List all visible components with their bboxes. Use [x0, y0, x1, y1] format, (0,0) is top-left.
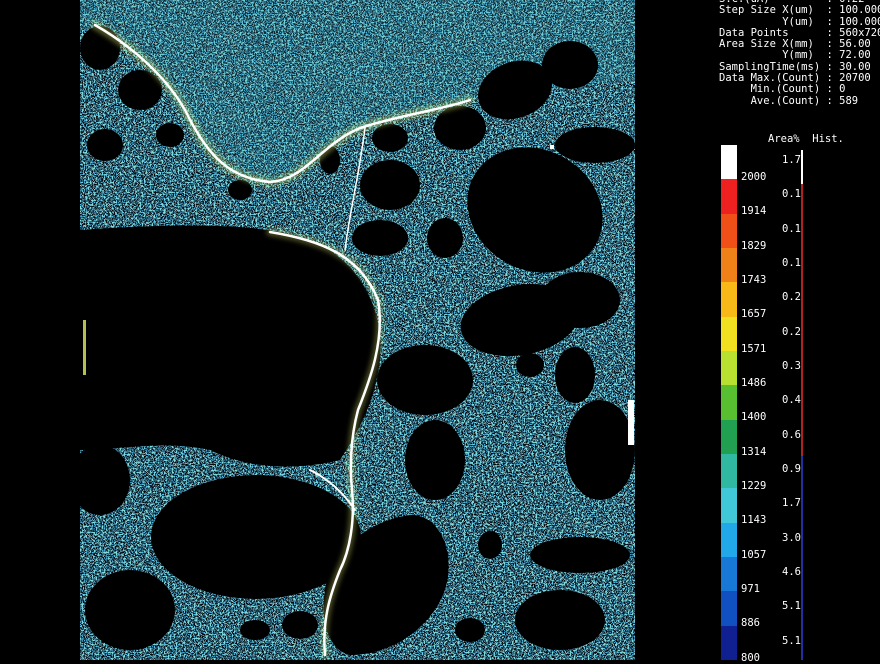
- info-value: 72.00: [839, 49, 871, 62]
- info-value: 100.000: [839, 15, 880, 28]
- histogram-segment: [801, 456, 803, 490]
- info-separator: :: [820, 26, 840, 39]
- color-scale-segment: [721, 282, 737, 318]
- info-separator: :: [820, 15, 840, 28]
- histogram-segment: [801, 354, 803, 388]
- info-value: 560x720: [839, 26, 880, 39]
- color-scale-segment: [721, 213, 737, 249]
- histogram-segment: [801, 252, 803, 286]
- color-scale-bar: [721, 145, 737, 661]
- hist-header: Hist.: [812, 133, 844, 145]
- scale-area-percent: 0.4: [782, 394, 801, 407]
- info-label: Y(mm): [719, 49, 821, 62]
- info-separator: :: [820, 4, 840, 17]
- info-separator: :: [820, 49, 840, 62]
- info-value: 20700: [839, 72, 871, 85]
- histogram-segment: [801, 218, 803, 252]
- histogram-segment: [801, 490, 803, 524]
- scale-level-label: 971: [741, 583, 760, 595]
- info-label: Data Points: [719, 26, 821, 39]
- scale-area-percent: 1.7: [782, 154, 801, 166]
- scale-header: Area% Hist.: [768, 133, 844, 145]
- color-scale-segment: [721, 557, 737, 592]
- scale-level-label: 1914: [741, 205, 767, 218]
- info-value: 0: [839, 83, 846, 96]
- histogram-segment: [801, 626, 803, 660]
- color-scale-segment: [721, 419, 737, 455]
- scale-level-label: 1143: [741, 514, 767, 527]
- scale-level-label: 1400: [741, 411, 767, 424]
- scale-area-percent: 0.1: [782, 188, 801, 201]
- scale-level-label: 1829: [741, 239, 767, 252]
- scale-level-label: 1314: [741, 445, 767, 458]
- color-scale-segment: [721, 179, 737, 215]
- scale-level-label: 1571: [741, 342, 767, 355]
- info-label: Area Size X(mm): [719, 38, 821, 51]
- histogram-segment: [801, 286, 803, 320]
- info-label: Y(um): [719, 15, 821, 28]
- scale-area-percent: 3.0: [782, 531, 801, 544]
- color-scale-segment: [721, 316, 737, 352]
- scale-level-label: 1657: [741, 308, 767, 321]
- scale-area-percent: 5.1: [782, 634, 801, 647]
- histogram-segment: [801, 524, 803, 558]
- scale-area-percent: 0.2: [782, 325, 801, 338]
- histogram-segment: [801, 388, 803, 422]
- scale-area-percent: 0.1: [782, 222, 801, 235]
- info-separator: :: [820, 83, 840, 96]
- histogram-segment: [801, 150, 803, 184]
- scale-area-percent: 4.6: [782, 566, 801, 578]
- info-value: 30.00: [839, 60, 871, 73]
- scale-area-percent: 0.6: [782, 428, 801, 441]
- histogram-strip: [801, 150, 803, 660]
- info-label: Min.(Count): [719, 83, 821, 96]
- info-label: Step Size X(um): [719, 4, 821, 17]
- color-scale-segment: [721, 625, 737, 661]
- color-scale-segment: [721, 522, 737, 558]
- color-scale-segment: [721, 145, 737, 180]
- info-separator: :: [820, 72, 840, 85]
- histogram-segment: [801, 558, 803, 592]
- info-label: SamplingTime(ms): [719, 60, 821, 73]
- histogram-segment: [801, 422, 803, 456]
- scale-area-percent: 0.9: [782, 463, 801, 475]
- scale-level-label: 1229: [741, 480, 767, 492]
- scale-area-percent: 0.2: [782, 291, 801, 304]
- scale-area-percent: 5.1: [782, 600, 801, 613]
- scale-area-percent: 1.7: [782, 497, 801, 510]
- info-separator: :: [820, 38, 840, 51]
- scale-level-label: 886: [741, 617, 760, 630]
- color-scale-segment: [721, 385, 737, 421]
- info-value: 56.00: [839, 38, 871, 51]
- acquisition-info-panel: S.C.(uA) : 0.22Step Size X(um) : 100.000…: [719, 0, 880, 107]
- color-scale-segment: [721, 351, 737, 386]
- info-value: 100.000: [839, 4, 880, 17]
- color-scale-segment: [721, 248, 737, 283]
- info-row: Ave.(Count) : 589: [719, 94, 880, 107]
- scale-level-label: 2000: [741, 171, 767, 183]
- area-percent-header: Area%: [768, 133, 800, 145]
- color-scale-segment: [721, 591, 737, 627]
- scale-area-percent: 0.3: [782, 360, 801, 372]
- scale-area-percent: 0.1: [782, 257, 801, 269]
- scale-level-label: 1486: [741, 377, 767, 389]
- color-scale-segment: [721, 488, 737, 524]
- info-label: Data Max.(Count): [719, 72, 821, 85]
- scale-level-label: 800: [741, 651, 760, 664]
- scale-level-label: 1057: [741, 548, 767, 561]
- color-scale-segment: [721, 454, 737, 489]
- histogram-segment: [801, 320, 803, 354]
- info-separator: :: [820, 60, 840, 73]
- info-separator: :: [820, 94, 840, 107]
- scale-level-label: 1743: [741, 274, 767, 286]
- histogram-segment: [801, 184, 803, 218]
- info-label: Ave.(Count): [719, 94, 821, 107]
- histogram-segment: [801, 592, 803, 626]
- info-value: 589: [839, 94, 859, 107]
